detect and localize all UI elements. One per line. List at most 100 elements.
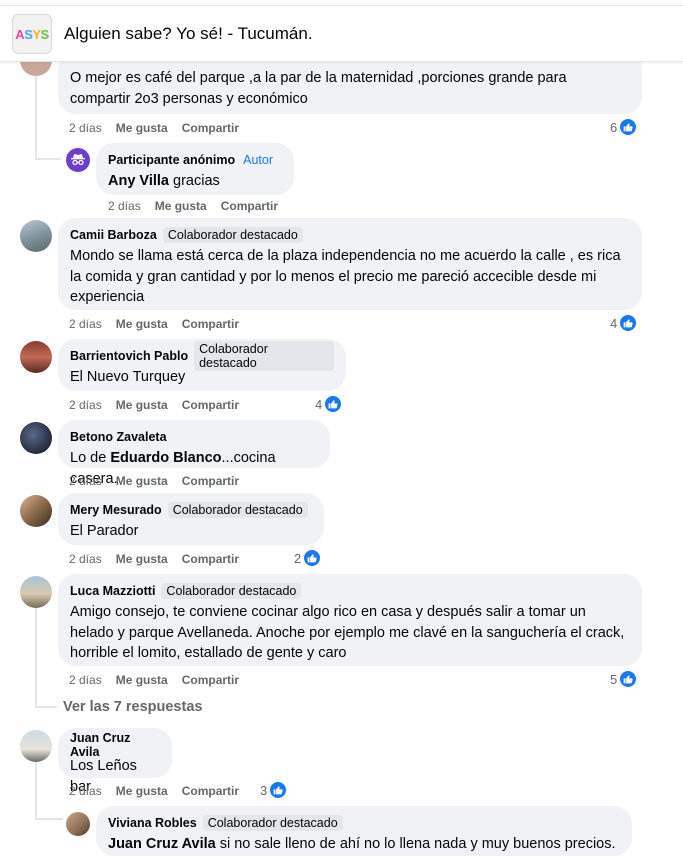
- share-button[interactable]: Compartir: [182, 673, 239, 687]
- mention-link[interactable]: Eduardo Blanco: [110, 450, 221, 466]
- share-button[interactable]: Compartir: [182, 474, 239, 488]
- comment-bubble: Mery Mesurado Colaborador destacado El P…: [58, 493, 324, 545]
- share-button[interactable]: Compartir: [182, 121, 239, 135]
- anonymous-avatar[interactable]: [66, 148, 90, 172]
- thumbs-up-icon: [324, 395, 343, 413]
- comment-author[interactable]: Juan Cruz Avila: [70, 731, 160, 759]
- comment-author[interactable]: Luca Mazziotti: [70, 584, 155, 598]
- comment-bubble: Barrientovich Pablo Colaborador destacad…: [58, 339, 346, 391]
- reaction-count: 3: [260, 782, 268, 798]
- comment-time[interactable]: 2 días: [108, 199, 141, 213]
- comment-author[interactable]: Participante anónimo: [108, 153, 235, 167]
- avatar[interactable]: [20, 495, 52, 527]
- top-contributor-badge: Colaborador destacado: [161, 583, 302, 599]
- reaction-count: 4: [315, 396, 323, 412]
- comment-text: gracias: [168, 173, 220, 189]
- mention-link[interactable]: Juan Cruz Avila: [108, 836, 216, 852]
- comment-actions: 2 días Me gusta Compartir: [69, 120, 239, 136]
- comment-time[interactable]: 2 días: [69, 121, 102, 135]
- reaction-count: 6: [610, 119, 618, 135]
- share-button[interactable]: Compartir: [182, 784, 239, 798]
- share-button[interactable]: Compartir: [182, 398, 239, 412]
- top-contributor-badge: Colaborador destacado: [194, 341, 334, 371]
- mention-link[interactable]: Any Villa: [108, 173, 169, 189]
- share-button[interactable]: Compartir: [221, 199, 278, 213]
- like-button[interactable]: Me gusta: [116, 474, 168, 488]
- like-button[interactable]: Me gusta: [116, 784, 168, 798]
- comment-time[interactable]: 2 días: [69, 552, 102, 566]
- thread-connector: [35, 818, 63, 820]
- thumbs-up-icon: [619, 118, 638, 136]
- incognito-icon: [71, 154, 85, 166]
- thumbs-up-icon: [303, 549, 322, 567]
- comment-time[interactable]: 2 días: [69, 784, 102, 798]
- comment-bubble: Participante anónimo Autor Any Villa gra…: [96, 143, 294, 195]
- thread-line: [35, 762, 37, 820]
- logo-letter-1: A: [15, 26, 25, 42]
- avatar[interactable]: [20, 422, 52, 454]
- comment-author[interactable]: Mery Mesurado: [70, 503, 162, 517]
- avatar[interactable]: [20, 220, 52, 252]
- logo-letter-4: S: [40, 26, 50, 42]
- comment-time[interactable]: 2 días: [69, 474, 102, 488]
- comment-actions: 2 días Me gusta Compartir: [69, 783, 239, 799]
- comment-text: si no sale lleno de ahí no lo llena nada…: [215, 836, 616, 852]
- avatar[interactable]: [20, 576, 52, 608]
- thread-line: [35, 608, 37, 708]
- top-contributor-badge: Colaborador destacado: [162, 227, 303, 243]
- top-divider: [0, 5, 683, 6]
- comment-time[interactable]: 2 días: [69, 317, 102, 331]
- comment-bubble: Luca Mazziotti Colaborador destacado Ami…: [58, 574, 642, 666]
- share-button[interactable]: Compartir: [182, 317, 239, 331]
- thumbs-up-icon: [619, 314, 638, 332]
- group-title[interactable]: Alguien sabe? Yo sé! - Tucumán.: [64, 24, 313, 44]
- comment-actions: 2 días Me gusta Compartir: [69, 473, 239, 489]
- thread-connector: [35, 158, 61, 160]
- group-logo[interactable]: ASYS: [12, 14, 52, 54]
- like-button[interactable]: Me gusta: [116, 121, 168, 135]
- comment-text: O mejor es café del parque ,a la par de …: [70, 70, 567, 107]
- comment-author[interactable]: Viviana Robles: [108, 816, 197, 830]
- avatar[interactable]: [20, 341, 52, 373]
- group-header: ASYS Alguien sabe? Yo sé! - Tucumán.: [0, 0, 683, 62]
- comment-text: El Parador: [70, 523, 139, 539]
- comment-text-prefix: Lo de: [70, 450, 111, 466]
- reaction-summary[interactable]: 2: [294, 548, 322, 568]
- reaction-summary[interactable]: 4: [610, 313, 638, 333]
- share-button[interactable]: Compartir: [182, 552, 239, 566]
- comment-actions: 2 días Me gusta Compartir: [69, 672, 239, 688]
- logo-letter-2: S: [24, 26, 33, 42]
- avatar[interactable]: [20, 730, 52, 762]
- thread-line: [35, 62, 37, 160]
- reaction-count: 5: [610, 671, 618, 687]
- comment-bubble: Betono Zavaleta Lo de Eduardo Blanco...c…: [58, 420, 330, 487]
- comment-time[interactable]: 2 días: [69, 673, 102, 687]
- reaction-summary[interactable]: 4: [315, 394, 343, 414]
- comment-author[interactable]: Camii Barboza: [70, 228, 157, 242]
- reaction-summary[interactable]: 3: [260, 780, 288, 800]
- comment-author[interactable]: Betono Zavaleta: [70, 430, 167, 444]
- comment-bubble: Viviana Robles Colaborador destacado Jua…: [96, 806, 632, 856]
- comment-actions: 2 días Me gusta Compartir: [69, 551, 239, 567]
- comment-text: Mondo se llama está cerca de la plaza in…: [70, 248, 621, 305]
- top-contributor-badge: Colaborador destacado: [202, 815, 343, 831]
- view-replies-link[interactable]: Ver las 7 respuestas: [63, 699, 202, 715]
- like-button[interactable]: Me gusta: [116, 398, 168, 412]
- comment-bubble: Juan Cruz Avila Los Leños bar: [58, 728, 172, 795]
- reaction-summary[interactable]: 6: [610, 117, 638, 137]
- reaction-count: 2: [294, 550, 302, 566]
- thumbs-up-icon: [619, 670, 638, 688]
- avatar[interactable]: [66, 812, 90, 836]
- thread-connector: [35, 706, 57, 708]
- reaction-summary[interactable]: 5: [610, 669, 638, 689]
- comment-bubble: Camii Barboza Colaborador destacado Mond…: [58, 218, 642, 310]
- logo-letter-3: Y: [32, 26, 41, 42]
- like-button[interactable]: Me gusta: [116, 673, 168, 687]
- like-button[interactable]: Me gusta: [116, 552, 168, 566]
- thumbs-up-icon: [269, 781, 288, 799]
- like-button[interactable]: Me gusta: [155, 199, 207, 213]
- top-contributor-badge: Colaborador destacado: [167, 502, 308, 518]
- comment-author[interactable]: Barrientovich Pablo: [70, 349, 188, 363]
- comment-time[interactable]: 2 días: [69, 398, 102, 412]
- like-button[interactable]: Me gusta: [116, 317, 168, 331]
